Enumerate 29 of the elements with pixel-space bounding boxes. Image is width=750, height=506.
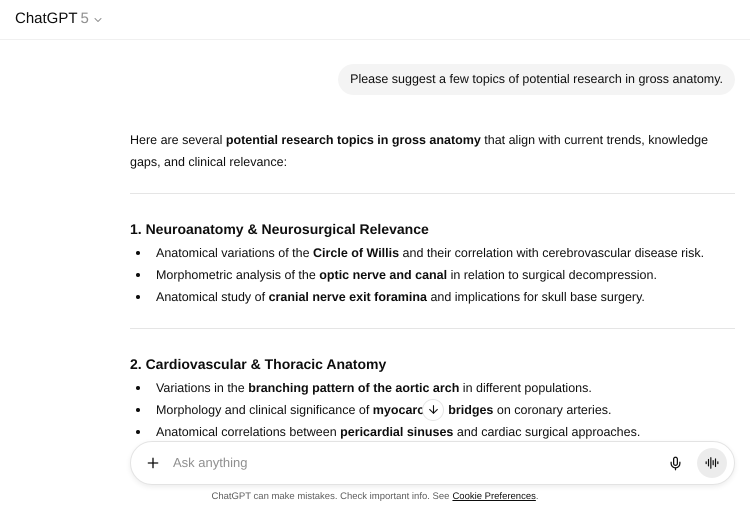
bullet-text: bridges on coronary arteries. — [448, 402, 612, 419]
disclaimer-text: ChatGPT can make mistakes. Check important info. See — [211, 490, 450, 504]
bullet-icon — [136, 272, 140, 277]
period-text: . — [536, 490, 539, 504]
voice-mode-button[interactable] — [697, 448, 727, 478]
bullet-text: Variations in the branching pattern of the aortic arch in different populations. — [156, 380, 592, 397]
microphone-icon[interactable] — [668, 456, 683, 470]
bullet-text: Anatomical variations of the Circle of Willis and their correlation with cerebrovascular disease risk. — [156, 244, 704, 262]
bullet-text: Morphometric analysis of the optic nerve and canal in relation to surgical decompression. — [156, 266, 657, 284]
bullet-icon — [136, 386, 140, 390]
bullet-text: Anatomical study of cranial nerve exit foramina and implications for skull base surgery. — [156, 288, 645, 306]
user-message: Please suggest a few topics of potential research in gross anatomy. — [338, 64, 735, 95]
message-composer[interactable]: Ask anything — [130, 441, 735, 485]
bullet-icon — [136, 294, 140, 299]
scroll-down-button[interactable] — [422, 398, 444, 421]
bullet-text: Morphology and clinical significance of myocarc — [156, 402, 424, 419]
bullet-text: Anatomical correlations between pericardial sinuses and cardiac surgical approaches. — [156, 424, 640, 441]
input-field[interactable]: Ask anything — [173, 453, 668, 473]
reply-intro: Here are several potential research topics in gross anatomy that align with current trends, knowledge gaps, and clinical relevance: — [130, 132, 710, 171]
cookie-preferences-link[interactable]: Cookie Preferences — [452, 490, 536, 504]
bullet-icon — [136, 430, 140, 434]
section-heading: 1. Neuroanatomy & Neurosurgical Relevance — [130, 220, 430, 239]
section-heading: 2. Cardiovascular & Thoracic Anatomy — [130, 354, 388, 374]
arrow-down-icon — [426, 403, 440, 416]
plus-icon[interactable] — [145, 455, 161, 471]
bullet-icon — [136, 250, 140, 255]
bullet-icon — [136, 408, 140, 412]
audio-waveform-icon — [705, 456, 719, 470]
model-selector[interactable]: ChatGPT 5 — [15, 8, 104, 31]
